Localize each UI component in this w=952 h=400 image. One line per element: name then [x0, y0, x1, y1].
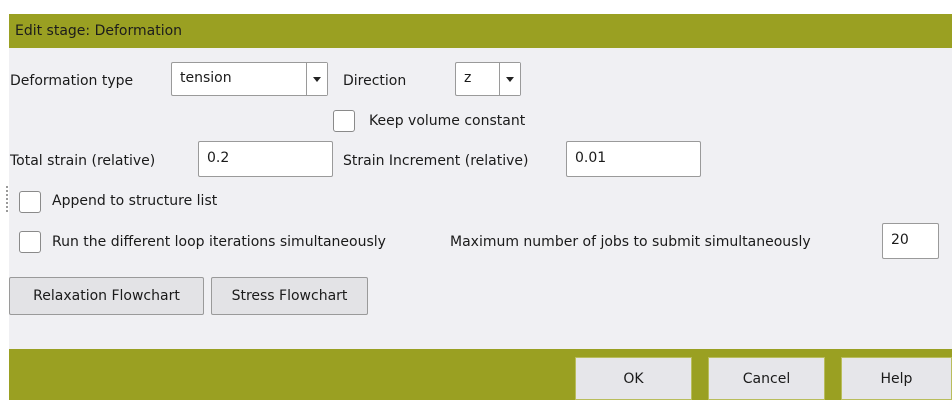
- deformation-type-dropdown-button[interactable]: [306, 63, 327, 95]
- ok-button[interactable]: OK: [575, 357, 692, 400]
- strain-increment-label: Strain Increment (relative): [343, 153, 529, 169]
- resize-grip[interactable]: [6, 186, 10, 212]
- stress-flowchart-label: Stress Flowchart: [231, 288, 348, 304]
- dialog-title: Edit stage: Deformation: [15, 23, 183, 39]
- max-jobs-input[interactable]: 20: [882, 223, 939, 259]
- dialog-footer: OK Cancel Help: [9, 349, 952, 400]
- simultaneous-label: Run the different loop iterations simult…: [52, 234, 386, 250]
- simultaneous-checkbox[interactable]: [19, 231, 41, 253]
- deformation-type-value: tension: [180, 70, 232, 86]
- direction-select[interactable]: z: [455, 62, 521, 96]
- total-strain-value: 0.2: [207, 150, 230, 166]
- append-label: Append to structure list: [52, 193, 218, 209]
- ok-label: OK: [623, 370, 644, 387]
- direction-label: Direction: [343, 73, 407, 89]
- append-checkbox[interactable]: [19, 191, 41, 213]
- help-label: Help: [880, 370, 913, 387]
- dialog-titlebar: Edit stage: Deformation: [9, 14, 952, 48]
- max-jobs-value: 20: [891, 232, 909, 248]
- total-strain-input[interactable]: 0.2: [198, 141, 333, 177]
- strain-increment-value: 0.01: [575, 150, 607, 166]
- max-jobs-label: Maximum number of jobs to submit simulta…: [450, 234, 811, 250]
- chevron-down-icon: [313, 77, 321, 82]
- help-button[interactable]: Help: [841, 357, 952, 400]
- direction-dropdown-button[interactable]: [499, 63, 520, 95]
- cancel-button[interactable]: Cancel: [708, 357, 825, 400]
- keep-volume-label: Keep volume constant: [369, 113, 526, 129]
- strain-increment-input[interactable]: 0.01: [566, 141, 701, 177]
- chevron-down-icon: [506, 77, 514, 82]
- edit-stage-dialog: Edit stage: Deformation Deformation type…: [9, 14, 952, 400]
- relaxation-flowchart-button[interactable]: Relaxation Flowchart: [9, 277, 204, 315]
- deformation-type-label: Deformation type: [10, 73, 134, 89]
- direction-value: z: [464, 70, 472, 86]
- keep-volume-checkbox[interactable]: [333, 110, 355, 132]
- relaxation-flowchart-label: Relaxation Flowchart: [33, 288, 180, 304]
- cancel-label: Cancel: [742, 370, 791, 387]
- total-strain-label: Total strain (relative): [10, 153, 156, 169]
- stress-flowchart-button[interactable]: Stress Flowchart: [211, 277, 368, 315]
- deformation-type-select[interactable]: tension: [171, 62, 328, 96]
